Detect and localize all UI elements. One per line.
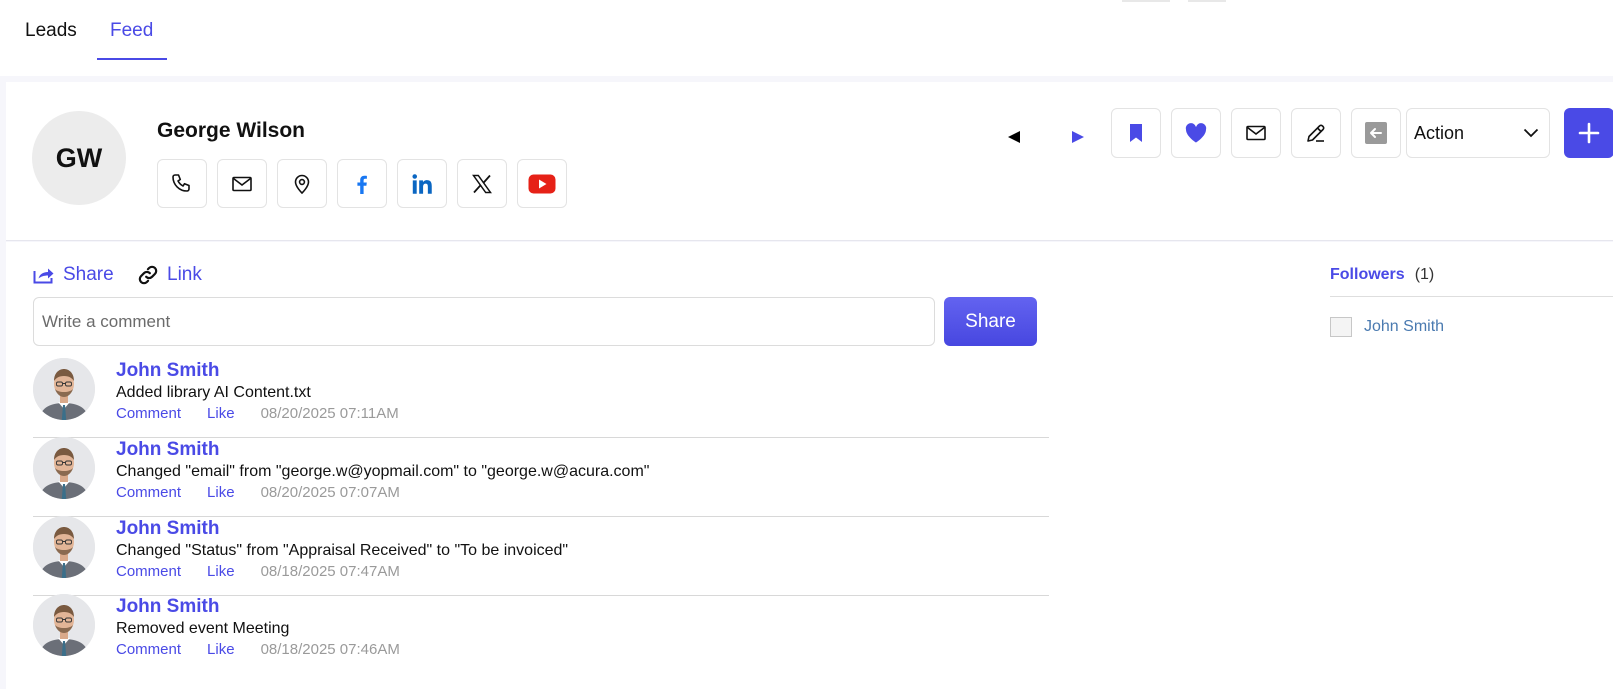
edit-button[interactable] (1291, 108, 1341, 158)
activity-meta: Comment Like 08/20/2025 07:11AM (116, 405, 399, 422)
activity-text: Changed "Status" from "Appraisal Receive… (116, 542, 569, 559)
chevron-down-icon (1523, 128, 1539, 138)
activity-meta: Comment Like 08/18/2025 07:46AM (116, 641, 400, 658)
followers-count: (1) (1414, 266, 1435, 283)
email-button[interactable] (217, 159, 267, 208)
activity-user[interactable]: John Smith (116, 596, 219, 618)
location-icon (294, 174, 310, 194)
activity-timestamp: 08/18/2025 07:47AM (260, 563, 400, 580)
arrow-left-box-icon (1365, 122, 1387, 144)
user-avatar (33, 516, 95, 578)
x-icon (472, 174, 492, 193)
facebook-icon (357, 175, 367, 194)
plus-icon (1578, 122, 1600, 144)
feed-panel: Share Link Share John Smith Added librar… (6, 242, 1613, 689)
activity-timestamp: 08/20/2025 07:07AM (260, 484, 400, 501)
activity-text: Changed "email" from "george.w@yopmail.c… (116, 463, 650, 480)
activity-meta: Comment Like 08/20/2025 07:07AM (116, 484, 400, 501)
followers-title[interactable]: Followers (1330, 266, 1405, 283)
lead-initials: GW (55, 142, 103, 173)
person-avatar-icon (33, 358, 95, 420)
person-avatar-icon (33, 594, 95, 656)
activity-item: John Smith Removed event Meeting Comment… (33, 594, 1049, 674)
linkedin-icon (412, 173, 432, 194)
tab-feed[interactable]: Feed (110, 20, 153, 42)
lead-avatar: GW (32, 111, 126, 205)
mail-icon (232, 176, 252, 191)
lead-name: George Wilson (157, 119, 305, 142)
activity-user[interactable]: John Smith (116, 439, 219, 461)
activity-user[interactable]: John Smith (116, 360, 219, 382)
active-tab-indicator (97, 58, 167, 60)
person-avatar-icon (33, 437, 95, 499)
caret-left-icon (1008, 131, 1020, 143)
bookmark-button[interactable] (1111, 108, 1161, 158)
user-avatar (33, 437, 95, 499)
lead-header: GW George Wilson Action (6, 82, 1613, 241)
comment-link[interactable]: Comment (116, 484, 181, 501)
phone-button[interactable] (157, 159, 207, 208)
divider (1330, 296, 1613, 297)
heart-icon (1185, 123, 1207, 143)
activity-item: John Smith Added library AI Content.txt … (33, 358, 1049, 438)
share-icon (33, 268, 54, 284)
user-avatar (33, 594, 95, 656)
linkedin-button[interactable] (397, 159, 447, 208)
comment-input[interactable] (33, 297, 935, 346)
like-link[interactable]: Like (207, 405, 235, 422)
x-twitter-button[interactable] (457, 159, 507, 208)
share-comment-button[interactable]: Share (944, 297, 1037, 346)
activity-item: John Smith Changed "Status" from "Apprai… (33, 516, 1049, 596)
action-dropdown[interactable]: Action (1406, 108, 1550, 158)
mail-icon (1246, 125, 1266, 141)
user-avatar (33, 358, 95, 420)
activity-timestamp: 08/18/2025 07:46AM (260, 641, 400, 658)
location-button[interactable] (277, 159, 327, 208)
previous-button[interactable] (999, 122, 1029, 152)
comment-link[interactable]: Comment (116, 641, 181, 658)
phone-icon (172, 173, 190, 192)
link-icon (138, 265, 158, 285)
comment-link[interactable]: Comment (116, 405, 181, 422)
activity-meta: Comment Like 08/18/2025 07:47AM (116, 563, 400, 580)
link-tab-label: Link (167, 264, 202, 285)
comment-link[interactable]: Comment (116, 563, 181, 580)
share-tab-label: Share (63, 264, 114, 285)
follower-name: John Smith (1364, 318, 1445, 335)
caret-right-icon (1072, 131, 1084, 143)
activity-timestamp: 08/20/2025 07:11AM (260, 405, 399, 422)
activity-user[interactable]: John Smith (116, 518, 219, 540)
action-dropdown-label: Action (1414, 122, 1465, 143)
youtube-button[interactable] (517, 159, 567, 208)
top-edge-mark (1122, 0, 1170, 2)
link-tab[interactable]: Link (137, 264, 202, 286)
share-tab[interactable]: Share (33, 264, 114, 286)
like-link[interactable]: Like (207, 641, 235, 658)
pencil-icon (1307, 124, 1325, 142)
back-button[interactable] (1351, 108, 1401, 158)
tab-leads[interactable]: Leads (25, 20, 77, 42)
youtube-icon (528, 174, 556, 193)
tab-bar: Leads Feed (0, 0, 1613, 76)
send-email-button[interactable] (1231, 108, 1281, 158)
activity-text: Removed event Meeting (116, 620, 290, 637)
followers-header: Followers (1) (1330, 266, 1434, 284)
activity-item: John Smith Changed "email" from "george.… (33, 437, 1049, 517)
follower-item[interactable]: John Smith (1330, 317, 1444, 337)
like-link[interactable]: Like (207, 484, 235, 501)
like-link[interactable]: Like (207, 563, 235, 580)
next-button[interactable] (1063, 122, 1093, 152)
top-edge-mark (1188, 0, 1226, 2)
person-avatar-icon (33, 516, 95, 578)
follower-avatar (1330, 317, 1352, 337)
favorite-button[interactable] (1171, 108, 1221, 158)
bookmark-icon (1130, 124, 1142, 142)
facebook-button[interactable] (337, 159, 387, 208)
add-button[interactable] (1564, 108, 1613, 158)
activity-text: Added library AI Content.txt (116, 384, 311, 401)
